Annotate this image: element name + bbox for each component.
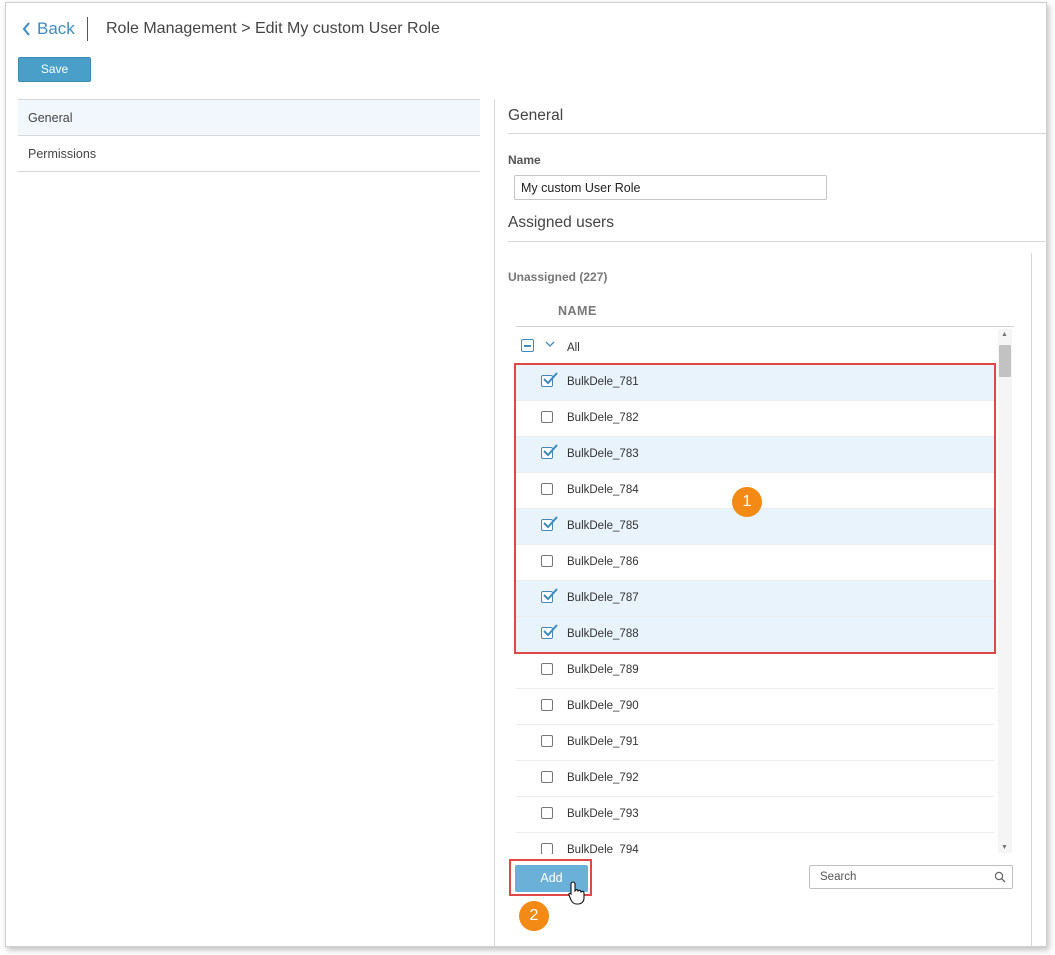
user-row[interactable]: BulkDele_793 [516,797,994,833]
user-name: BulkDele_782 [567,412,639,424]
all-group-row[interactable]: All [516,327,994,365]
user-name: BulkDele_783 [567,448,639,460]
user-row[interactable]: BulkDele_782 [516,401,994,437]
user-name: BulkDele_786 [567,556,639,568]
search-icon[interactable] [994,871,1006,883]
select-all-checkbox[interactable] [521,339,534,352]
checkmark-icon [543,372,558,385]
user-name: BulkDele_785 [567,520,639,532]
step-badge-1: 1 [732,487,762,517]
unassigned-user-list: All BulkDele_781 BulkDele_782 BulkDele_783… [516,326,1014,854]
general-section-title: General [508,107,564,124]
user-name: BulkDele_784 [567,484,639,496]
scroll-down-icon[interactable]: ▼ [1001,844,1008,851]
checkbox[interactable] [541,843,553,854]
nav-item-general[interactable]: General [18,100,480,136]
user-name: BulkDele_781 [567,376,639,388]
assigned-panel-border [1031,253,1032,946]
user-name: BulkDele_790 [567,700,639,712]
user-name: BulkDele_794 [567,844,639,854]
user-row[interactable]: BulkDele_794 [516,833,994,854]
user-row[interactable]: BulkDele_786 [516,545,994,581]
app-window: Back Role Management > Edit My custom Us… [5,2,1047,947]
user-name: BulkDele_791 [567,736,639,748]
checkbox[interactable] [541,699,553,711]
user-name: BulkDele_793 [567,808,639,820]
assigned-users-title: Assigned users [508,214,614,231]
checked-checkbox[interactable] [541,588,558,603]
checkbox[interactable] [541,735,553,747]
user-name: BulkDele_789 [567,664,639,676]
user-name: BulkDele_787 [567,592,639,604]
checked-checkbox[interactable] [541,372,558,387]
back-label: Back [37,19,75,38]
chevron-left-icon [22,22,30,36]
checkbox[interactable] [541,555,553,567]
nav-item-permissions[interactable]: Permissions [18,136,480,172]
save-button[interactable]: Save [18,57,91,82]
header-divider [87,17,88,41]
checkbox[interactable] [541,483,553,495]
user-name: BulkDele_792 [567,772,639,784]
checkmark-icon [543,588,558,601]
user-row[interactable]: BulkDele_792 [516,761,994,797]
back-link[interactable]: Back [22,19,75,39]
breadcrumb: Role Management > Edit My custom User Ro… [106,20,440,37]
step-badge-2: 2 [519,901,549,931]
section-divider [508,133,1046,134]
checkmark-icon [543,624,558,637]
name-input[interactable] [514,175,827,200]
name-label: Name [508,153,541,167]
scroll-up-icon[interactable]: ▲ [1001,331,1008,338]
user-name: BulkDele_788 [567,628,639,640]
user-row[interactable]: BulkDele_791 [516,725,994,761]
unassigned-count-label: Unassigned (227) [508,270,608,284]
name-column-header[interactable]: NAME [558,304,597,318]
user-row[interactable]: BulkDele_781 [516,365,994,401]
hand-cursor-icon [568,881,585,905]
checkmark-icon [543,444,558,457]
checked-checkbox[interactable] [541,624,558,639]
user-row[interactable]: BulkDele_789 [516,653,994,689]
panel-divider [494,99,495,946]
scrollbar-thumb[interactable] [999,345,1011,377]
checkbox[interactable] [541,807,553,819]
user-row[interactable]: BulkDele_788 [516,617,994,653]
section-divider [508,241,1046,242]
checked-checkbox[interactable] [541,516,558,531]
user-row[interactable]: BulkDele_783 [516,437,994,473]
all-label: All [567,342,580,354]
checkbox[interactable] [541,771,553,783]
list-scrollbar[interactable]: ▲ ▼ [998,329,1012,853]
search-input[interactable] [820,866,995,888]
settings-nav: General Permissions [18,99,480,172]
checked-checkbox[interactable] [541,444,558,459]
user-row[interactable]: BulkDele_790 [516,689,994,725]
search-box [809,865,1013,889]
user-row[interactable]: BulkDele_787 [516,581,994,617]
chevron-down-icon[interactable] [544,338,556,350]
checkbox[interactable] [541,663,553,675]
checkmark-icon [543,516,558,529]
checkbox[interactable] [541,411,553,423]
